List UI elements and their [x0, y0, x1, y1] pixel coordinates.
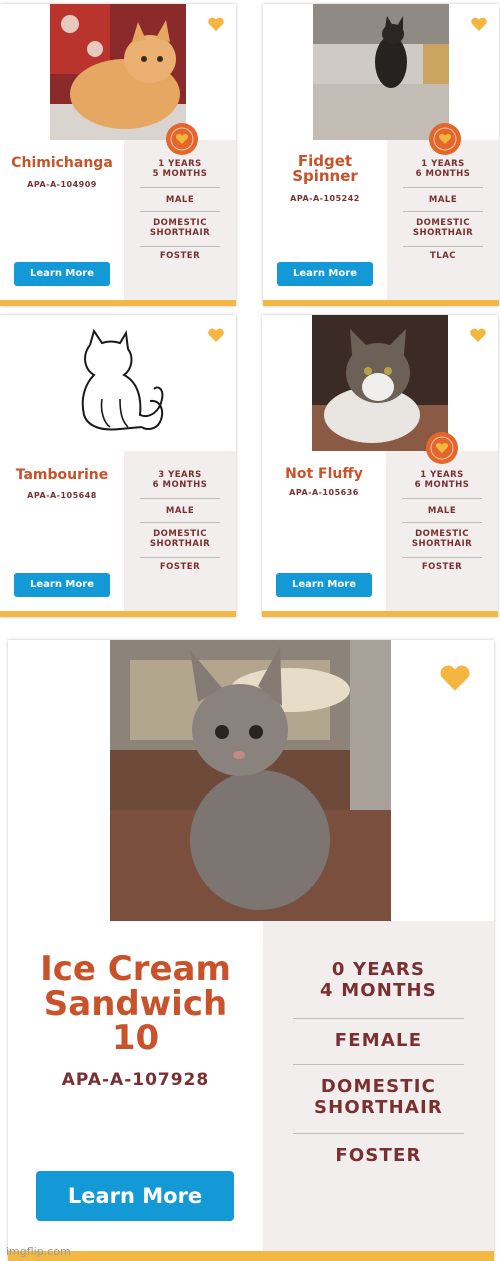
- breed-line: DOMESTIC: [320, 1076, 437, 1097]
- breed-line: SHORTHAIR: [149, 227, 211, 238]
- cat-photo[interactable]: [110, 640, 391, 921]
- learn-more-button[interactable]: Learn More: [36, 1171, 234, 1221]
- pet-card-fidget-spinner[interactable]: Fidget Spinner APA-A-105242 Learn More 1…: [263, 4, 499, 306]
- age-text: 3 YEARS 6 MONTHS: [124, 470, 236, 491]
- breed-text: DOMESTIC SHORTHAIR: [124, 218, 236, 239]
- age-months: 5 MONTHS: [152, 168, 208, 179]
- watermark: imgflip.com: [6, 1245, 71, 1258]
- placement-text: FOSTER: [335, 1145, 422, 1166]
- divider: [140, 557, 220, 558]
- sex-text: MALE: [165, 506, 195, 516]
- pet-card-tambourine[interactable]: Tambourine APA-A-105648 Learn More 3 YEA…: [0, 315, 236, 617]
- divider: [140, 246, 220, 247]
- sex-text: MALE: [165, 195, 195, 205]
- breed-line: SHORTHAIR: [411, 538, 473, 549]
- waived-fee-badge-icon: [425, 431, 459, 465]
- divider: [140, 187, 220, 188]
- favorite-heart-icon[interactable]: [208, 16, 224, 31]
- pet-name[interactable]: Not Fluffy: [262, 467, 386, 481]
- age-years: 0 YEARS: [331, 959, 426, 980]
- divider: [293, 1133, 464, 1134]
- breed-text: DOMESTIC SHORTHAIR: [387, 218, 499, 239]
- accent-bar: [263, 300, 499, 306]
- pet-name-line: 10: [111, 1018, 160, 1059]
- pet-name[interactable]: Ice Cream Sandwich 10: [8, 952, 263, 1056]
- favorite-heart-icon[interactable]: [208, 327, 224, 342]
- cat-silhouette-icon[interactable]: [50, 315, 186, 451]
- divider: [293, 1064, 464, 1065]
- learn-more-button[interactable]: Learn More: [14, 262, 110, 286]
- breed-line: SHORTHAIR: [149, 538, 211, 549]
- pet-card-not-fluffy[interactable]: Not Fluffy APA-A-105636 Learn More 1 YEA…: [262, 315, 498, 617]
- waived-fee-badge-icon: [428, 122, 462, 156]
- divider: [140, 211, 220, 212]
- breed-line: SHORTHAIR: [313, 1096, 443, 1118]
- age-months: 4 MONTHS: [320, 979, 437, 1001]
- pet-id: APA-A-105636: [289, 488, 359, 497]
- age-text: 0 YEARS 4 MONTHS: [263, 959, 494, 1001]
- accent-bar: [0, 611, 236, 617]
- accent-bar: [0, 300, 236, 306]
- accent-bar: [262, 611, 498, 617]
- divider: [402, 498, 482, 499]
- favorite-heart-icon[interactable]: [471, 16, 487, 31]
- placement-text: TLAC: [429, 251, 457, 261]
- pet-name-line: Spinner: [292, 167, 358, 185]
- sex-text: MALE: [427, 506, 457, 516]
- pet-id: APA-A-104909: [27, 180, 97, 189]
- placement-text: FOSTER: [159, 562, 201, 572]
- divider: [402, 522, 482, 523]
- breed-text: DOMESTIC SHORTHAIR: [124, 529, 236, 550]
- sex-text: MALE: [428, 195, 458, 205]
- age-months: 6 MONTHS: [415, 168, 471, 179]
- pet-id: APA-A-105242: [290, 194, 360, 203]
- pet-id: APA-A-105648: [27, 491, 97, 500]
- pet-name[interactable]: Tambourine: [0, 468, 124, 482]
- divider: [403, 246, 483, 247]
- cat-photo[interactable]: [313, 4, 449, 140]
- placement-text: FOSTER: [159, 251, 201, 261]
- pet-card-chimichanga[interactable]: Chimichanga APA-A-104909 Learn More 1 YE…: [0, 4, 236, 306]
- age-text: 1 YEARS 5 MONTHS: [124, 159, 236, 180]
- divider: [402, 557, 482, 558]
- breed-line: SHORTHAIR: [412, 227, 474, 238]
- pet-card-ice-cream-sandwich-10[interactable]: Ice Cream Sandwich 10 APA-A-107928 Learn…: [8, 640, 494, 1261]
- learn-more-button[interactable]: Learn More: [14, 573, 110, 597]
- pet-name[interactable]: Fidget Spinner: [263, 154, 387, 184]
- divider: [140, 498, 220, 499]
- pet-name-line: Sandwich: [43, 983, 228, 1024]
- waived-fee-badge-icon: [165, 122, 199, 156]
- divider: [403, 187, 483, 188]
- cat-photo[interactable]: [50, 4, 186, 140]
- age-text: 1 YEARS 6 MONTHS: [386, 470, 498, 491]
- age-months: 6 MONTHS: [152, 479, 208, 490]
- breed-text: DOMESTIC SHORTHAIR: [386, 529, 498, 550]
- age-months: 6 MONTHS: [414, 479, 470, 490]
- learn-more-button[interactable]: Learn More: [277, 262, 373, 286]
- learn-more-button[interactable]: Learn More: [276, 573, 372, 597]
- pet-id: APA-A-107928: [61, 1070, 210, 1090]
- pet-name-line: Ice Cream: [40, 949, 231, 989]
- age-text: 1 YEARS 6 MONTHS: [387, 159, 499, 180]
- accent-bar: [8, 1251, 494, 1261]
- divider: [403, 211, 483, 212]
- divider: [293, 1018, 464, 1019]
- breed-text: DOMESTIC SHORTHAIR: [263, 1076, 494, 1118]
- pet-name[interactable]: Chimichanga: [0, 156, 124, 170]
- favorite-heart-icon[interactable]: [470, 327, 486, 342]
- favorite-heart-icon[interactable]: [440, 664, 470, 691]
- sex-text: FEMALE: [334, 1030, 423, 1051]
- divider: [140, 522, 220, 523]
- placement-text: FOSTER: [421, 562, 463, 572]
